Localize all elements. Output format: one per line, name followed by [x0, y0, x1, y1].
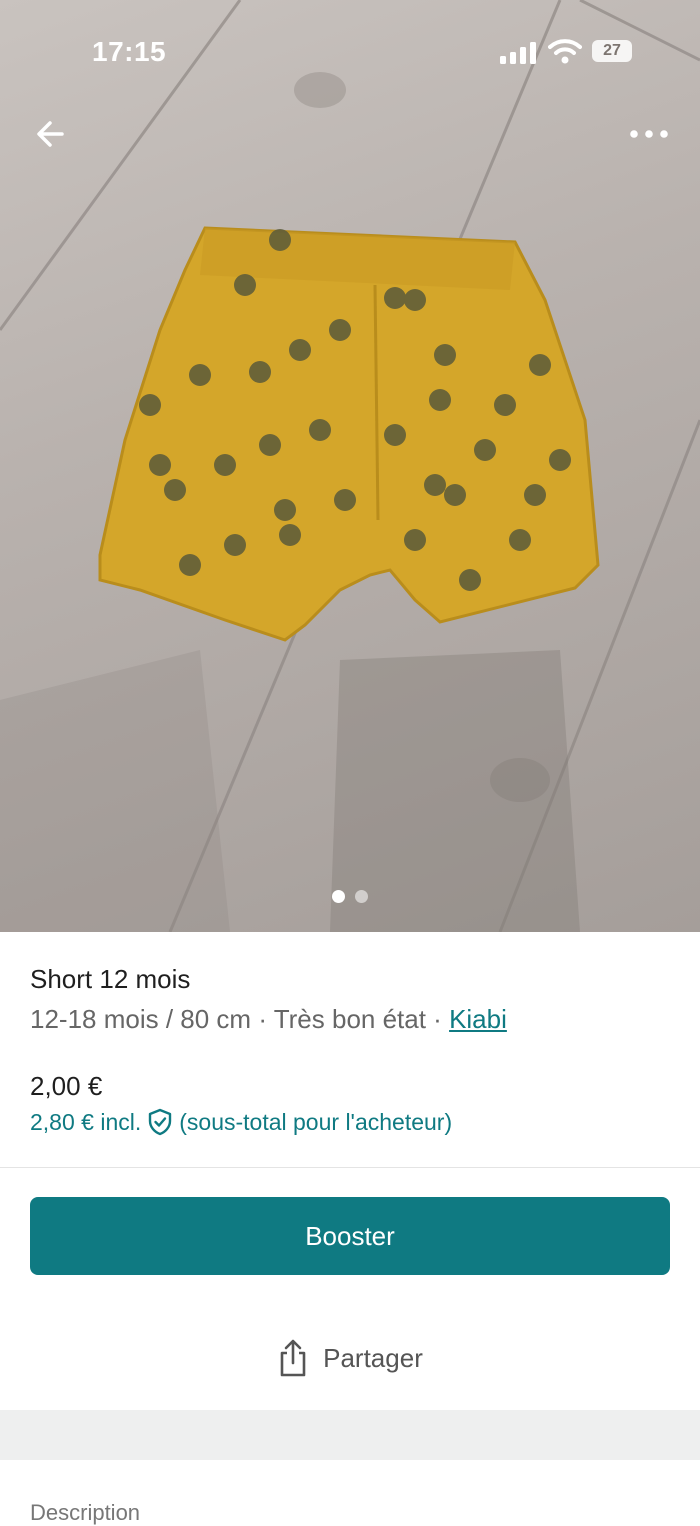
back-icon[interactable]: [30, 112, 74, 156]
more-icon[interactable]: [624, 116, 674, 152]
battery-icon: 27: [592, 40, 632, 62]
brand-link[interactable]: Kiabi: [449, 1004, 507, 1034]
booster-button[interactable]: Booster: [30, 1197, 670, 1275]
item-title: Short 12 mois: [30, 964, 191, 994]
carousel-dot-2[interactable]: [355, 890, 369, 903]
shield-check-icon: [149, 1108, 172, 1136]
section-separator: [0, 1410, 700, 1460]
share-label: Partager: [323, 1342, 423, 1373]
carousel-dot-1[interactable]: [331, 890, 345, 903]
wifi-icon: [548, 39, 582, 64]
buyer-price[interactable]: 2,80 € incl. (sous-total pour l'acheteur…: [30, 1108, 452, 1136]
product-image: [0, 0, 700, 932]
buyer-price-note: (sous-total pour l'acheteur): [179, 1108, 453, 1135]
divider: [0, 1167, 700, 1168]
status-time: 17:15: [92, 36, 167, 67]
product-photo[interactable]: 17:15 27: [0, 0, 700, 932]
status-bar: 17:15 27: [0, 0, 700, 100]
item-price: 2,00 €: [30, 1071, 103, 1101]
buyer-price-amount: 2,80 € incl.: [30, 1108, 142, 1135]
item-meta: 12-18 mois / 80 cm · Très bon état · Kia…: [30, 1004, 507, 1035]
signal-icon: [500, 42, 536, 64]
share-button[interactable]: Partager: [0, 1320, 700, 1396]
share-icon: [280, 1339, 306, 1377]
carousel-dots[interactable]: [0, 890, 700, 908]
item-meta-text: 12-18 mois / 80 cm · Très bon état ·: [30, 1004, 450, 1034]
description-heading: Description: [30, 1500, 141, 1525]
